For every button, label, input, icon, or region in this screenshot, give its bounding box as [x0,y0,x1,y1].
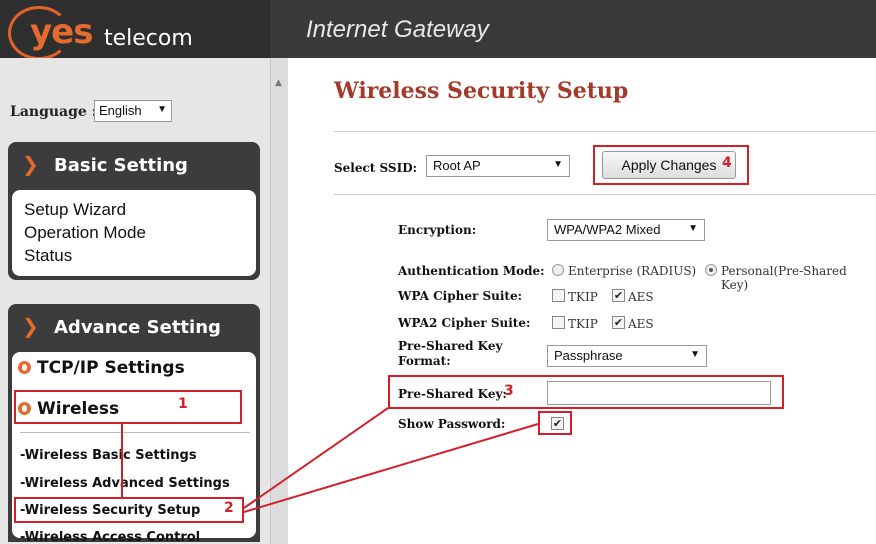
connector-line-2-3 [243,407,389,509]
connector-line-2-checkbox [243,423,539,513]
annotation-connector-lines [121,407,539,513]
